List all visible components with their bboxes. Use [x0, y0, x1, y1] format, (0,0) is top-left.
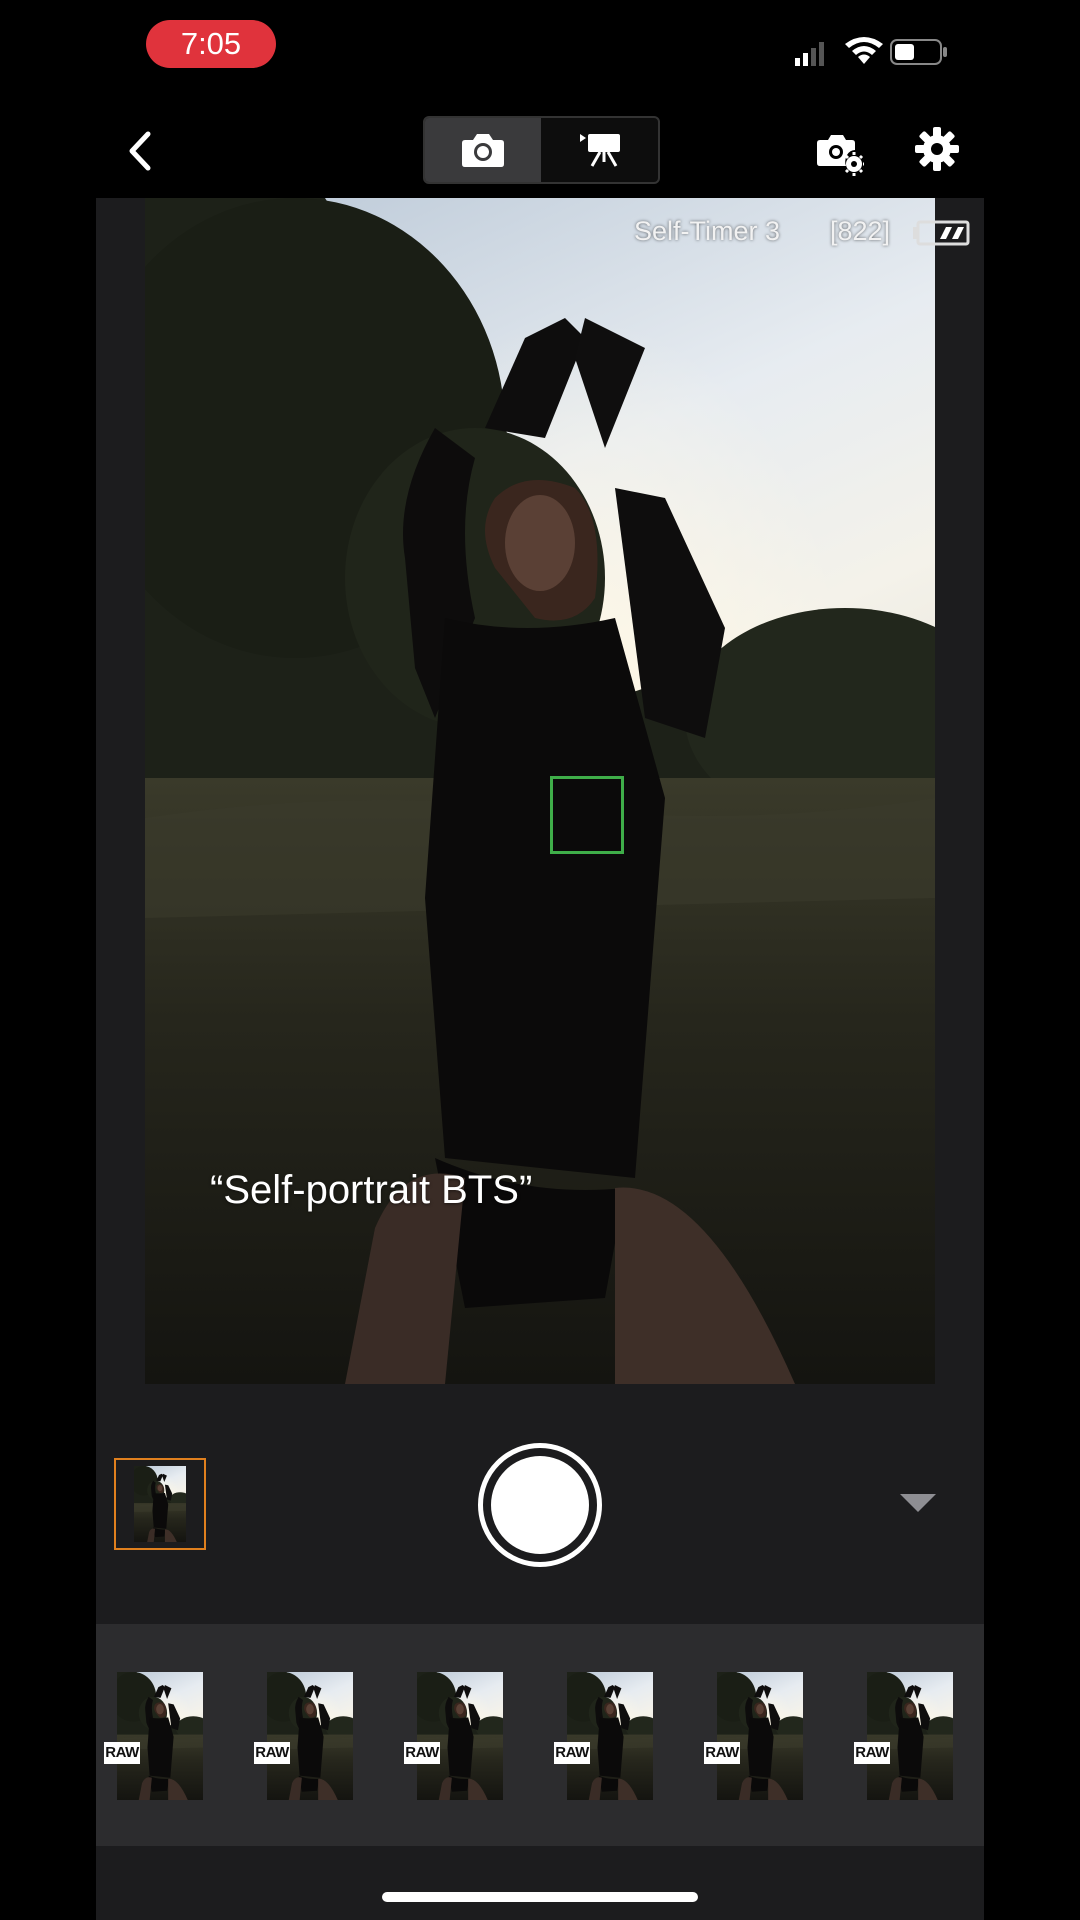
mode-photo-button[interactable] — [425, 118, 541, 182]
last-shot-thumbnail[interactable] — [114, 1458, 206, 1550]
raw-badge: RAW — [404, 1742, 440, 1764]
filmstrip-thumbnail[interactable] — [860, 1672, 961, 1800]
bottom-area — [96, 1846, 984, 1920]
top-toolbar — [0, 110, 1080, 190]
camera-icon — [462, 134, 504, 167]
raw-badge: RAW — [554, 1742, 590, 1764]
gear-icon[interactable] — [914, 126, 960, 172]
camera-gear-icon[interactable] — [816, 128, 864, 176]
af-focus-box — [550, 776, 624, 854]
status-bar: 7:05 — [0, 0, 1080, 96]
filmstrip-thumbnail[interactable] — [110, 1672, 211, 1800]
video-camera-icon — [580, 134, 620, 167]
photo-video-mode-switch — [423, 116, 660, 184]
wifi-icon — [845, 37, 883, 64]
battery-icon — [890, 39, 947, 65]
raw-badge: RAW — [854, 1742, 890, 1764]
raw-badge: RAW — [254, 1742, 290, 1764]
shutter-button-inner — [491, 1456, 589, 1554]
raw-badge: RAW — [704, 1742, 740, 1764]
chevron-left-icon[interactable] — [118, 126, 168, 176]
triangle-down-icon[interactable] — [900, 1494, 936, 1512]
mode-video-button[interactable] — [542, 118, 658, 182]
osd-shots-remaining: [822] — [830, 216, 891, 246]
video-caption: “Self-portrait BTS” — [210, 1168, 533, 1212]
osd-self-timer: Self-Timer 3 — [634, 216, 781, 246]
home-indicator[interactable] — [382, 1892, 698, 1902]
filmstrip-thumbnail[interactable] — [710, 1672, 811, 1800]
filmstrip-thumbnail[interactable] — [410, 1672, 511, 1800]
raw-badge: RAW — [104, 1742, 140, 1764]
filmstrip-thumbnail[interactable] — [260, 1672, 361, 1800]
camera-battery-icon — [913, 220, 970, 246]
shutter-button[interactable] — [478, 1443, 602, 1567]
status-time[interactable]: 7:05 — [146, 20, 276, 68]
filmstrip — [96, 1624, 984, 1846]
cellular-signal-icon — [795, 42, 824, 66]
filmstrip-thumbnail[interactable] — [560, 1672, 661, 1800]
